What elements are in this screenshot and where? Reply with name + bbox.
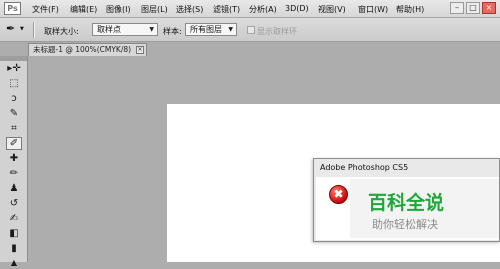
chevron-down-icon[interactable]: ▼: [20, 26, 24, 32]
menu-3d[interactable]: 3D(D): [285, 4, 309, 13]
marquee-tool-icon[interactable]: ⬚: [6, 77, 22, 90]
watermark-title: 百科全说: [368, 192, 445, 214]
eyedropper-tool-preset-icon[interactable]: ✒: [6, 22, 15, 35]
sample-value: 所有图层: [190, 25, 222, 34]
dropdown-arrow-icon: ▼: [149, 26, 154, 33]
crop-tool-icon[interactable]: ⌗: [6, 122, 22, 135]
dropdown-arrow-icon: ▼: [228, 26, 233, 33]
gradient-tool-icon[interactable]: ◧: [6, 227, 22, 240]
menu-view[interactable]: 视图(V): [318, 4, 346, 15]
move-tool-icon[interactable]: ▸✛: [6, 62, 22, 75]
healing-brush-tool-icon[interactable]: ✚: [6, 152, 22, 165]
watermark-subtitle: 助你轻松解决: [372, 218, 438, 231]
menu-layer[interactable]: 图层(L): [141, 4, 168, 15]
menu-help[interactable]: 帮助(H): [396, 4, 424, 15]
options-bar: ✒ ▼ 取样大小: 取样点 ▼ 样本: 所有图层 ▼ 显示取样环: [0, 18, 500, 42]
brush-tool-icon[interactable]: ✏: [6, 167, 22, 180]
document-tab-title: 未标题-1 @ 100%(CMYK/8): [33, 45, 132, 54]
eraser-tool-icon[interactable]: ✍: [6, 212, 22, 225]
blur-tool-icon[interactable]: ▮: [6, 242, 22, 255]
error-icon: ✖: [329, 185, 348, 204]
document-tab-bar: 未标题-1 @ 100%(CMYK/8) ×: [0, 42, 500, 56]
eyedropper-tool-icon[interactable]: ✐: [6, 137, 22, 150]
watermark: 百科全说 助你轻松解决: [350, 179, 499, 238]
tools-panel-grip[interactable]: [0, 56, 27, 61]
show-sampling-ring-label: 显示取样环: [257, 27, 297, 36]
menu-filter[interactable]: 滤镜(T): [213, 4, 240, 15]
clone-stamp-tool-icon[interactable]: ♟: [6, 182, 22, 195]
window-controls: – □ ×: [446, 0, 500, 17]
close-button[interactable]: ×: [482, 2, 496, 14]
error-dialog: Adobe Photoshop CS5 ✖ 百科全说 助你轻松解决: [313, 158, 500, 242]
menu-edit[interactable]: 编辑(E): [70, 4, 97, 15]
photoshop-logo: Ps: [4, 2, 21, 15]
document-tab[interactable]: 未标题-1 @ 100%(CMYK/8) ×: [28, 43, 147, 56]
maximize-button[interactable]: □: [466, 2, 480, 14]
sample-size-select[interactable]: 取样点 ▼: [92, 23, 158, 36]
history-brush-tool-icon[interactable]: ↺: [6, 197, 22, 210]
dialog-title: Adobe Photoshop CS5: [320, 163, 409, 172]
menu-file[interactable]: 文件(F): [32, 4, 59, 15]
sample-size-label: 取样大小:: [44, 27, 79, 36]
dodge-tool-icon[interactable]: ▲: [6, 256, 22, 269]
menu-analysis[interactable]: 分析(A): [249, 4, 277, 15]
quick-selection-tool-icon[interactable]: ✎: [6, 107, 22, 120]
dialog-body: ✖ 百科全说 助你轻松解决: [316, 177, 499, 240]
minimize-button[interactable]: –: [450, 2, 464, 14]
menu-image[interactable]: 图像(I): [106, 4, 131, 15]
sample-label: 样本:: [163, 27, 182, 36]
show-sampling-ring-checkbox[interactable]: [247, 26, 255, 34]
close-tab-icon[interactable]: ×: [136, 46, 144, 54]
menu-select[interactable]: 选择(S): [176, 4, 203, 15]
tools-panel: ▸✛ ⬚ ↄ ✎ ⌗ ✐ ✚ ✏ ♟ ↺ ✍ ◧ ▮ ▲: [0, 56, 28, 267]
menu-window[interactable]: 窗口(W): [358, 4, 388, 15]
sample-select[interactable]: 所有图层 ▼: [185, 23, 237, 36]
lasso-tool-icon[interactable]: ↄ: [6, 92, 22, 105]
menu-bar: Ps 文件(F) 编辑(E) 图像(I) 图层(L) 选择(S) 滤镜(T) 分…: [0, 0, 500, 18]
sample-size-value: 取样点: [97, 25, 121, 34]
